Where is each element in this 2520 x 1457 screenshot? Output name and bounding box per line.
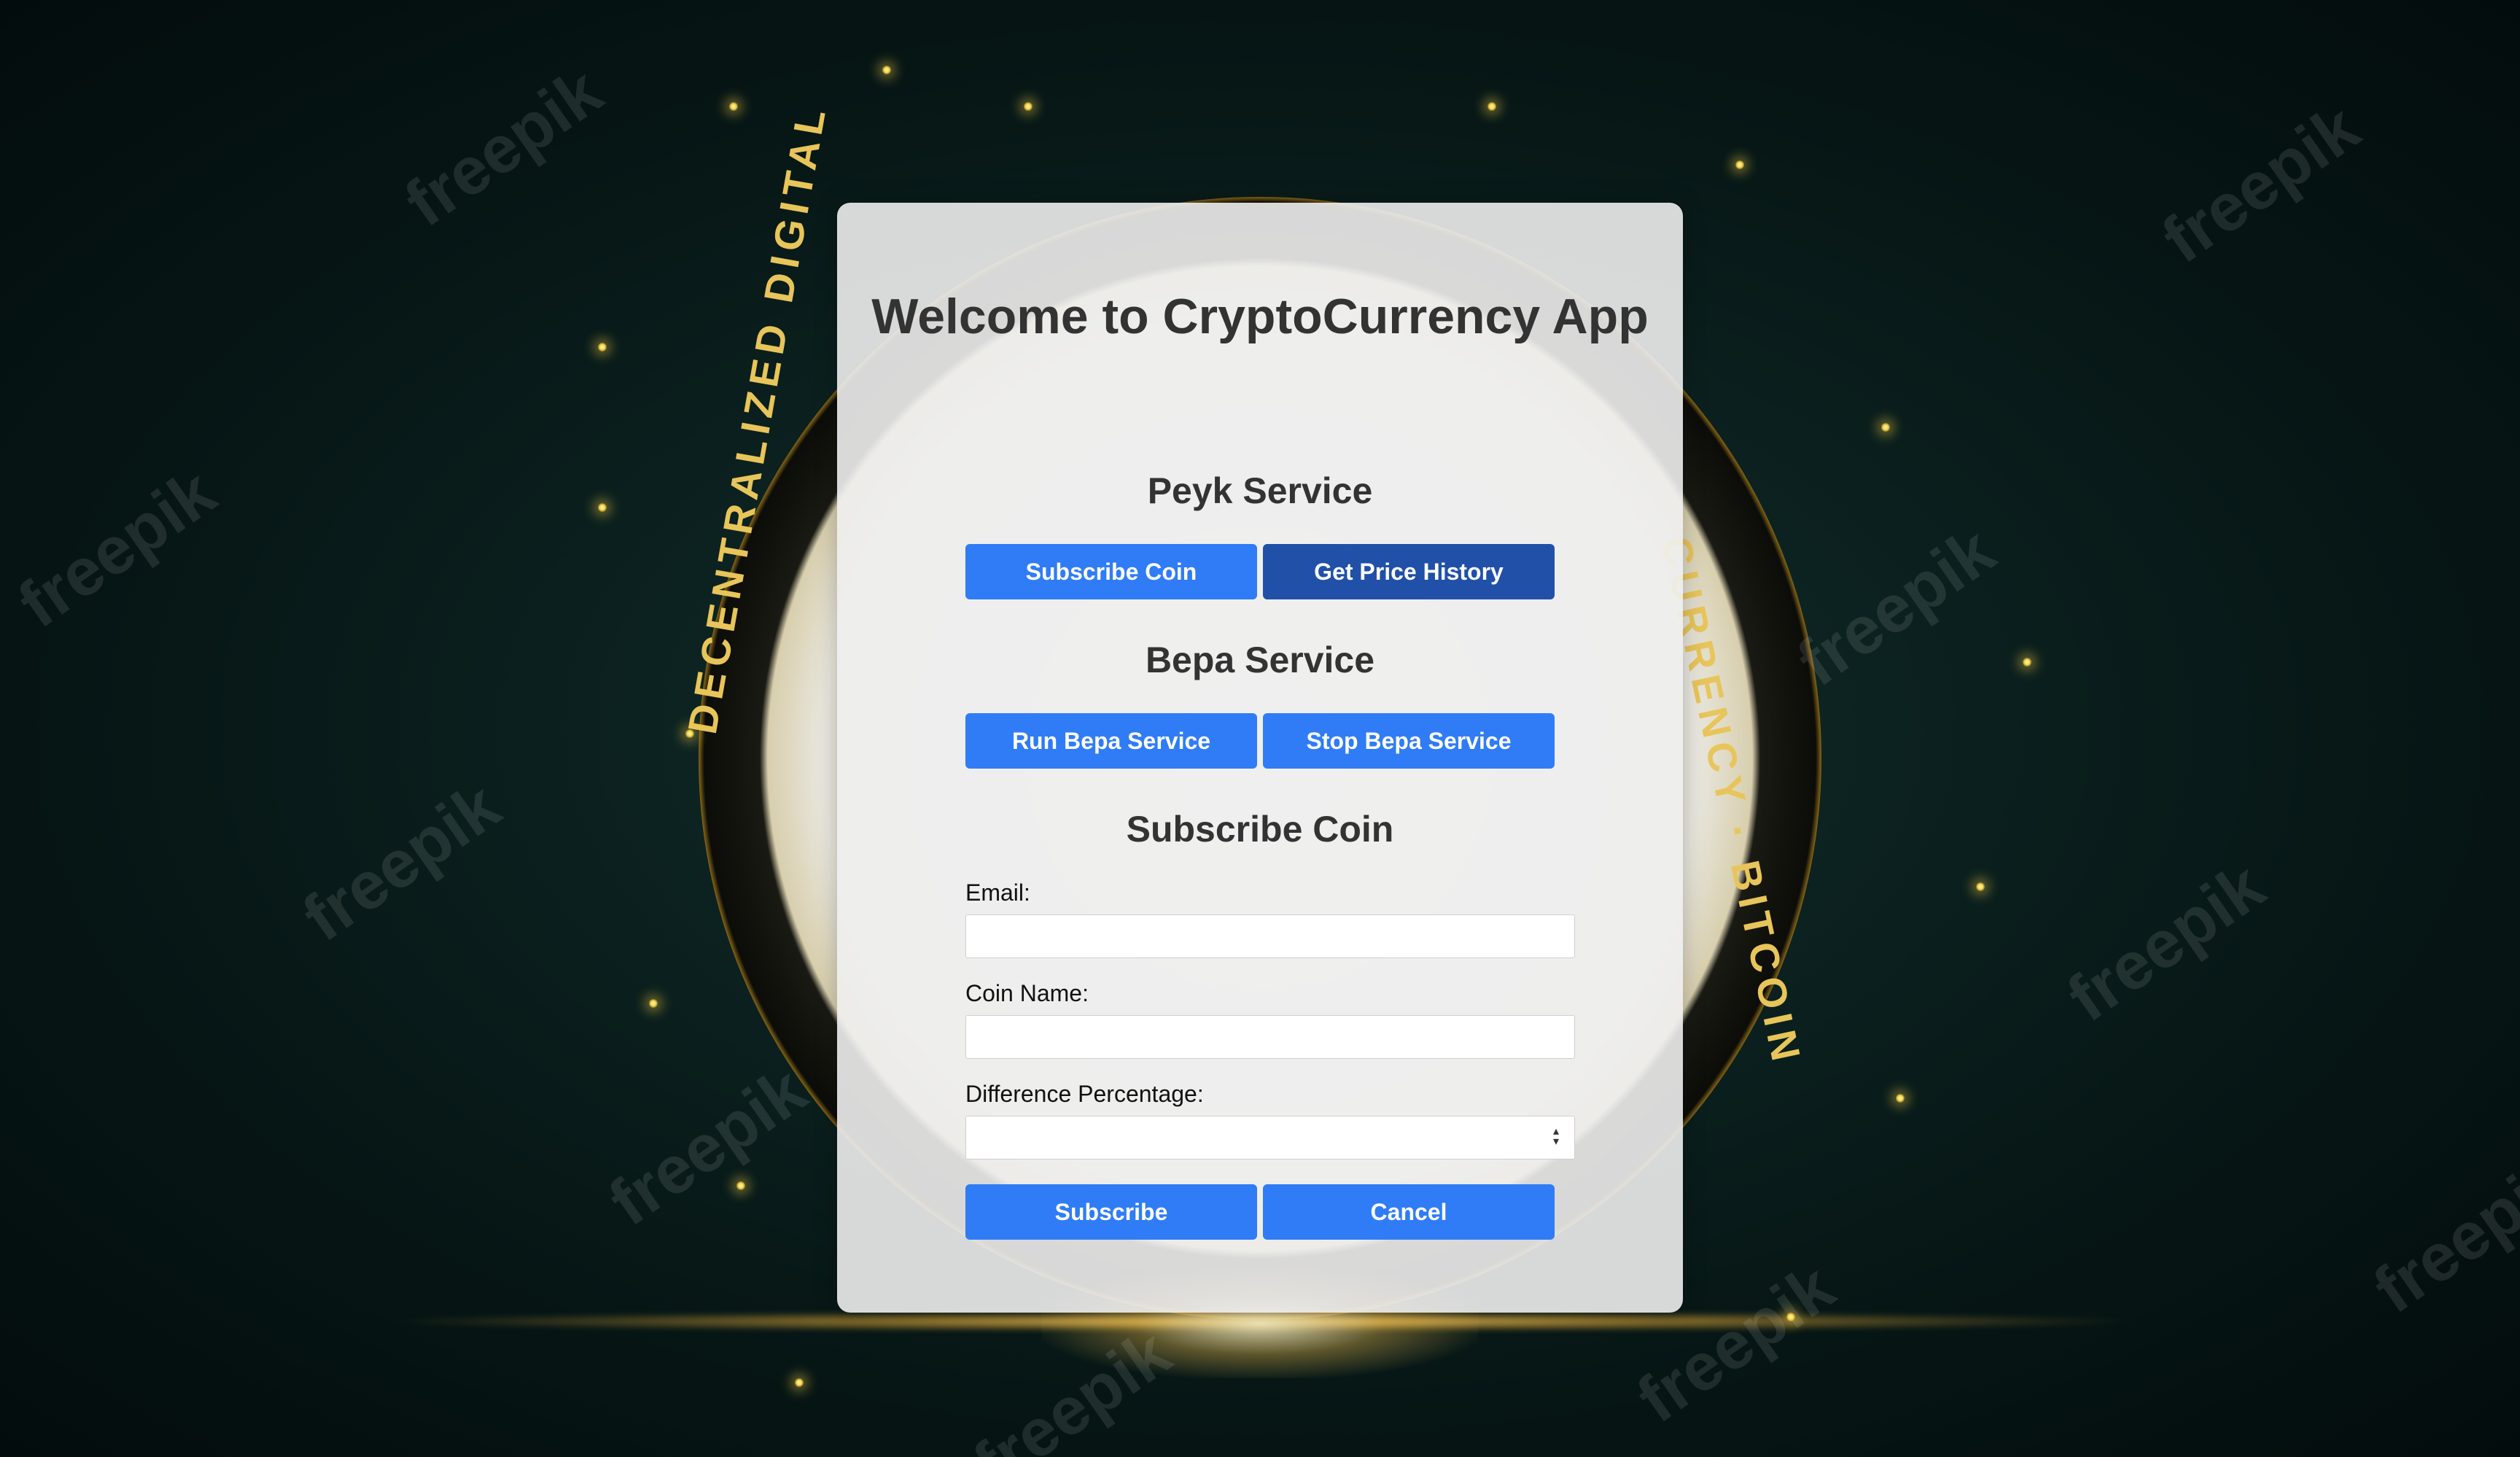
sparkle <box>1735 160 1744 169</box>
difference-percentage-field[interactable]: ▴ ▾ <box>965 1116 1575 1159</box>
sparkle <box>795 1378 804 1387</box>
stop-bepa-service-button[interactable]: Stop Bepa Service <box>1263 713 1555 769</box>
main-panel: Welcome to CryptoCurrency App Peyk Servi… <box>837 203 1683 1313</box>
sparkle <box>1024 102 1032 111</box>
sparkle <box>729 102 738 111</box>
subscribe-button[interactable]: Subscribe <box>965 1184 1257 1240</box>
sparkle <box>598 343 607 351</box>
sparkle <box>1488 102 1496 111</box>
sparkle <box>1881 423 1890 432</box>
number-spinner-icon[interactable]: ▴ ▾ <box>1551 1126 1561 1149</box>
coin-name-field[interactable] <box>965 1015 1575 1059</box>
sparkle <box>649 999 658 1008</box>
sparkle <box>2023 658 2031 667</box>
sparkle <box>685 729 694 738</box>
page-title: Welcome to CryptoCurrency App <box>871 289 1649 344</box>
sparkle <box>1896 1094 1905 1103</box>
run-bepa-service-button[interactable]: Run Bepa Service <box>965 713 1257 769</box>
cancel-button[interactable]: Cancel <box>1263 1184 1555 1240</box>
get-price-history-button[interactable]: Get Price History <box>1263 544 1555 599</box>
sparkle <box>1786 1313 1795 1321</box>
subscribe-coin-button[interactable]: Subscribe Coin <box>965 544 1257 599</box>
sparkle <box>882 66 891 74</box>
difference-percentage-label: Difference Percentage: <box>965 1081 1204 1107</box>
sparkle <box>736 1181 745 1190</box>
sparkle <box>598 503 607 512</box>
sparkle <box>1976 882 1985 891</box>
coin-name-label: Coin Name: <box>965 980 1089 1006</box>
email-field[interactable] <box>965 914 1575 958</box>
bepa-service-heading: Bepa Service <box>1145 640 1375 680</box>
peyk-service-heading: Peyk Service <box>1147 470 1373 511</box>
subscribe-coin-heading: Subscribe Coin <box>1126 809 1394 850</box>
email-label: Email: <box>965 879 1030 906</box>
